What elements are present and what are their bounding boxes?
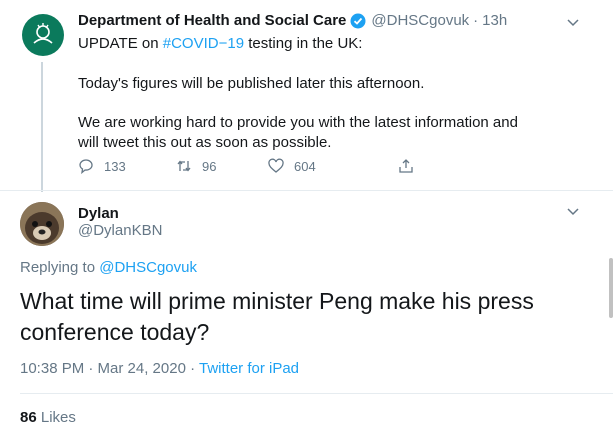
likes-summary[interactable]: 86 Likes [20, 409, 76, 426]
reply-icon [79, 159, 93, 174]
parent-author-name[interactable]: Department of Health and Social Care [78, 12, 346, 29]
reply-button[interactable]: 133 [78, 158, 126, 174]
scrollbar-thumb[interactable] [609, 258, 613, 318]
reply-author-name[interactable]: Dylan [78, 205, 119, 222]
tweet-source-link[interactable]: Twitter for iPad [199, 360, 299, 377]
parent-tweet-line4: will tweet this out as soon as possible. [78, 134, 332, 151]
parent-author-handle[interactable]: @DHSCgovuk [371, 12, 469, 29]
parent-tweet-time[interactable]: 13h [482, 12, 507, 29]
thread-line [41, 62, 43, 192]
likes-label: Likes [40, 409, 76, 426]
parent-tweet-line2: Today's figures will be published later … [78, 75, 425, 92]
parent-tweet-header: Department of Health and Social Care @DH… [78, 12, 507, 29]
crest-icon [33, 23, 53, 44]
reply-tweet-text: What time will prime minister Peng make … [20, 288, 534, 345]
share-icon [399, 159, 413, 173]
likes-count: 86 [20, 409, 37, 426]
line1-prefix: UPDATE on [78, 35, 163, 52]
like-count: 604 [294, 158, 316, 174]
dylan-avatar[interactable] [20, 202, 64, 246]
like-icon [268, 158, 284, 173]
tweet-timestamp[interactable]: 10:38 PM · Mar 24, 2020 · [20, 360, 199, 377]
replying-to-link[interactable]: @DHSCgovuk [99, 259, 197, 276]
separator-dot: · [473, 12, 479, 29]
tweet-metadata: 10:38 PM · Mar 24, 2020 · Twitter for iP… [20, 360, 299, 377]
retweet-button[interactable]: 96 [176, 158, 216, 174]
retweet-icon [177, 160, 191, 172]
dhsc-avatar[interactable] [22, 14, 64, 56]
divider [20, 393, 613, 394]
chevron-down-icon[interactable] [565, 14, 581, 30]
replying-to: Replying to @DHSCgovuk [20, 259, 197, 276]
parent-tweet-line1: UPDATE on #COVID−19 testing in the UK: [78, 34, 362, 54]
retweet-count: 96 [202, 158, 217, 174]
reply-count: 133 [104, 158, 126, 174]
verified-badge-icon [350, 13, 366, 28]
divider [0, 190, 613, 191]
replying-prefix: Replying to [20, 259, 100, 276]
line1-suffix: testing in the UK: [244, 35, 363, 52]
reply-author-handle[interactable]: @DylanKBN [78, 222, 162, 239]
parent-tweet-actions: 133 96 604 [78, 158, 528, 182]
share-button[interactable] [398, 158, 414, 174]
reply-chevron-down-icon[interactable] [565, 203, 581, 219]
parent-tweet-line3: We are working hard to provide you with … [78, 114, 518, 131]
like-button[interactable]: 604 [268, 158, 316, 174]
covid-hashtag-link[interactable]: #COVID−19 [163, 35, 244, 52]
dog-avatar-icon [20, 202, 64, 246]
